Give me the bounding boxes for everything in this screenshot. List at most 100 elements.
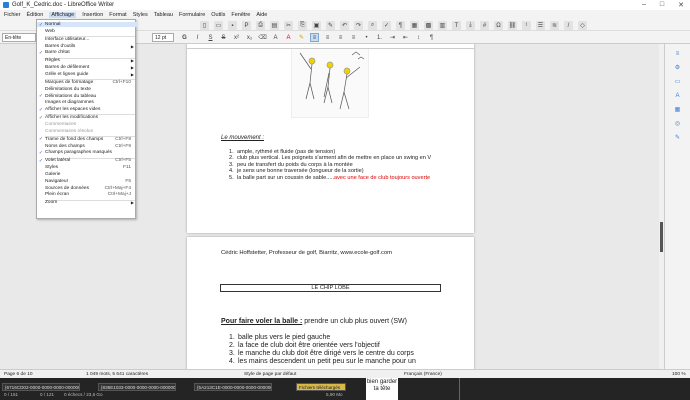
spellcheck-icon[interactable]: ✓ <box>382 21 391 30</box>
bold-icon[interactable]: G <box>180 33 189 42</box>
textbox-icon[interactable]: T <box>452 21 461 30</box>
view-menu-item[interactable]: Styles F11 <box>37 165 137 170</box>
open-icon[interactable]: ▭ <box>214 21 223 30</box>
menu-10[interactable]: Aide <box>256 12 267 18</box>
footnote-icon[interactable]: ¹ <box>522 21 531 30</box>
print-icon[interactable]: ⎙ <box>256 21 265 30</box>
view-menu-item[interactable]: Délimitations du texte <box>37 87 137 92</box>
redo-icon[interactable]: ↷ <box>354 21 363 30</box>
view-menu-item[interactable]: Images et diagrammes <box>37 100 137 105</box>
link-icon[interactable]: ⛓ <box>508 21 517 30</box>
shapes-icon[interactable]: ◇ <box>578 21 587 30</box>
view-menu-item[interactable]: Barres de défilement ▶ <box>37 65 137 70</box>
menu-4[interactable]: Format <box>109 12 126 18</box>
special-char-icon[interactable]: Ω <box>494 21 503 30</box>
scrollbar-thumb[interactable] <box>660 222 663 252</box>
gallery-icon[interactable]: ▦ <box>673 105 682 114</box>
taskbar-item-1[interactable]: {6716CD02-0000-0000-0000-000000000000} <box>2 383 80 391</box>
menu-8[interactable]: Outils <box>211 12 225 18</box>
clear-format-icon[interactable]: ⌫ <box>258 33 267 42</box>
menu-2[interactable]: Affichage <box>49 11 77 18</box>
word-count[interactable]: 1 049 mots, 5 641 caractères <box>86 372 148 377</box>
manage-changes-icon[interactable]: ✎ <box>673 133 682 142</box>
sticky-note[interactable]: bien garder ta tête <box>366 378 398 400</box>
line-spacing-icon[interactable]: ↕ <box>414 33 423 42</box>
table-icon[interactable]: ▦ <box>410 21 419 30</box>
justify-icon[interactable]: ≡ <box>349 33 358 42</box>
subscript-icon[interactable]: x₂ <box>245 33 254 42</box>
horizontal-ruler[interactable] <box>187 44 474 49</box>
view-menu-item[interactable]: Barres d'outils ▶ <box>37 44 137 49</box>
copy-icon[interactable]: ⎘ <box>298 21 307 30</box>
menu-1[interactable]: Édition <box>27 12 44 18</box>
indent-increase-icon[interactable]: ⇥ <box>388 33 397 42</box>
undo-icon[interactable]: ↶ <box>340 21 349 30</box>
clone-icon[interactable]: ✎ <box>326 21 335 30</box>
view-menu-item[interactable]: ✓ Volet latéral Ctrl+F5 <box>37 158 137 164</box>
view-menu-item[interactable]: Web <box>37 29 137 34</box>
menu-9[interactable]: Fenêtre <box>231 12 250 18</box>
view-menu-item[interactable]: Sources de données Ctrl+Maj+F4 <box>37 186 137 191</box>
superscript-icon[interactable]: x² <box>232 33 241 42</box>
line-icon[interactable]: / <box>564 21 573 30</box>
view-menu-item[interactable]: Navigateur F5 <box>37 179 137 184</box>
track-icon[interactable]: ≋ <box>550 21 559 30</box>
document-page-6[interactable]: Le mouvement : 1. ample, rythmé et fluide… <box>187 44 474 233</box>
downloads-folder[interactable]: Fichiers téléchargés <box>296 383 346 391</box>
shadow-icon[interactable]: A <box>271 33 280 42</box>
taskbar-item-3[interactable]: {5A213C1E-0000-0000-0000-000000000000} <box>194 383 272 391</box>
new-doc-icon[interactable]: ▯ <box>200 21 209 30</box>
para-spacing-icon[interactable]: ¶ <box>427 33 436 42</box>
align-right-icon[interactable]: ≡ <box>336 33 345 42</box>
number-list-icon[interactable]: 1. <box>375 33 384 42</box>
view-menu-item[interactable]: Plein écran Ctrl+Maj+J <box>37 192 137 197</box>
view-menu-item[interactable]: ✓ Afficher les modifications <box>37 115 137 121</box>
chart-icon[interactable]: ▥ <box>438 21 447 30</box>
navigator-icon[interactable]: ◎ <box>673 119 682 128</box>
view-menu-item[interactable]: Commentaires <box>37 122 137 127</box>
view-menu-item[interactable]: Marques de formatage Ctrl+F10 <box>37 80 137 85</box>
save-icon[interactable]: ▪ <box>228 21 237 30</box>
italic-icon[interactable]: I <box>193 33 202 42</box>
align-center-icon[interactable]: ≡ <box>323 33 332 42</box>
view-menu-item[interactable]: Grille et lignes guide ▶ <box>37 72 137 77</box>
view-menu-item[interactable]: Noms des champs Ctrl+F9 <box>37 144 137 149</box>
zoom-level[interactable]: 100 % <box>672 372 686 377</box>
export-pdf-icon[interactable]: P <box>242 21 251 30</box>
sidebar-menu-icon[interactable]: ≡ <box>673 49 682 58</box>
close-icon[interactable]: ✕ <box>678 1 684 9</box>
preview-icon[interactable]: ▤ <box>270 21 279 30</box>
paragraph-style-select[interactable]: En-tête <box>2 33 36 42</box>
pilcrow-icon[interactable]: ¶ <box>396 21 405 30</box>
page-style[interactable]: Style de page par défaut <box>244 372 296 377</box>
strikethrough-icon[interactable]: S <box>219 33 228 42</box>
font-size-select[interactable]: 12 pt <box>152 33 174 42</box>
highlight-icon[interactable]: ✎ <box>297 33 306 42</box>
view-menu-item[interactable]: Galerie <box>37 172 137 177</box>
view-menu-item[interactable]: ✓ Trame de fond des champs Ctrl+F8 <box>37 136 137 142</box>
view-menu-item[interactable]: ✓ Délimitations du tableau <box>37 93 137 99</box>
styles-icon[interactable]: A <box>673 91 682 100</box>
image-icon[interactable]: ▩ <box>424 21 433 30</box>
pagebreak-icon[interactable]: ⤓ <box>466 21 475 30</box>
page-icon[interactable]: ▭ <box>673 77 682 86</box>
menu-0[interactable]: Fichier <box>4 12 21 18</box>
page-count[interactable]: Page 6 de 10 <box>4 372 33 377</box>
menu-7[interactable]: Formulaire <box>179 12 205 18</box>
maximize-icon[interactable]: □ <box>660 1 664 9</box>
view-menu-item[interactable]: ✓ Normal <box>37 22 137 28</box>
view-menu-item[interactable]: ✓ Champs paragraphes masqués <box>37 150 137 156</box>
underline-icon[interactable]: S <box>206 33 215 42</box>
font-color-icon[interactable]: A <box>284 33 293 42</box>
cut-icon[interactable]: ✂ <box>284 21 293 30</box>
comment-icon[interactable]: ☰ <box>536 21 545 30</box>
view-menu-item[interactable]: ✓ Afficher les espaces vides <box>37 107 137 113</box>
view-menu-item[interactable]: Règles ▶ <box>37 58 137 63</box>
document-page-7[interactable]: Cédric Hoffstetter, Professeur de golf, … <box>187 237 474 369</box>
properties-icon[interactable]: ⚙ <box>673 63 682 72</box>
align-left-icon[interactable]: ≡ <box>310 33 319 42</box>
find-icon[interactable]: ⌕ <box>368 21 377 30</box>
view-menu-item[interactable]: Commentaires résolus <box>37 129 137 134</box>
view-menu-item[interactable]: ✓ Barre d'état <box>37 50 137 56</box>
language[interactable]: Français (France) <box>404 372 442 377</box>
